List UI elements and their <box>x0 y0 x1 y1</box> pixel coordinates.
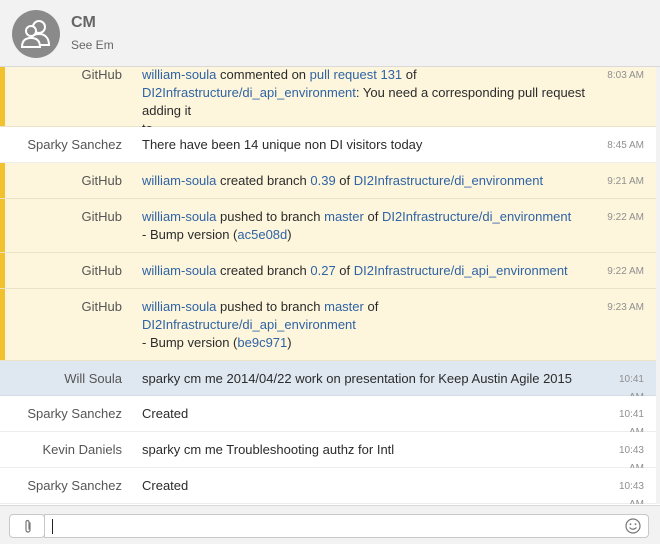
group-avatar-icon <box>20 20 51 48</box>
message-input-box[interactable] <box>44 514 649 538</box>
message-row[interactable]: Sparky SanchezCreated10:41 AM <box>0 396 656 438</box>
message-text: of <box>335 173 354 188</box>
message-link[interactable]: william-soula <box>142 209 216 224</box>
room-header: CM See Em <box>0 0 660 67</box>
message-row[interactable]: GitHub william-soula created branch 0.27 … <box>0 253 656 289</box>
room-name: CM <box>71 14 96 31</box>
message-body: william-soula created branch 0.39 of DI2… <box>142 172 602 190</box>
message-link[interactable]: william-soula <box>142 67 216 82</box>
message-text: of <box>363 209 382 224</box>
message-sender[interactable]: Sparky Sanchez <box>0 405 122 423</box>
message-link[interactable]: DI2Infrastructure/di_api_environment <box>142 85 356 100</box>
message-link[interactable]: william-soula <box>142 173 216 188</box>
message-link[interactable]: DI2Infrastructure/di_api_environment <box>142 317 356 332</box>
message-text: of <box>363 299 379 314</box>
message-row[interactable]: Will Soula sparky cm me 2014/04/22 work o… <box>0 361 656 403</box>
message-link[interactable]: master <box>324 209 364 224</box>
message-body: There have been 14 unique non DI visitor… <box>142 136 602 154</box>
message-text: sparky cm me 2014/04/22 work on presenta… <box>142 371 572 386</box>
message-link[interactable]: DI2Infrastructure/di_environment <box>354 173 543 188</box>
message-row[interactable]: Sparky Sanchez Created 10:43 AM <box>0 468 656 504</box>
message-row[interactable]: Kevin Daniels sparky cm me Troubleshootin… <box>0 432 656 474</box>
message-timestamp: 8:45 AM <box>607 140 644 151</box>
message-link[interactable]: william-soula <box>142 299 216 314</box>
message-row[interactable]: GitHub william-soula pushed to branch mas… <box>0 289 656 361</box>
message-link[interactable]: pull request 131 <box>310 67 403 82</box>
message-sender[interactable]: GitHub <box>0 208 122 226</box>
message-link[interactable]: 0.39 <box>310 173 335 188</box>
message-list-scrollbar[interactable] <box>656 67 660 504</box>
message-row[interactable]: GitHub william-soula created branch 0.39 … <box>0 163 656 199</box>
message-row[interactable]: GitHub william-soula commented on pull re… <box>0 67 656 136</box>
message-body: Created <box>142 477 602 495</box>
message-text: Created <box>142 478 189 493</box>
message-text: of <box>402 67 417 82</box>
message-body: Created <box>142 405 602 423</box>
message-link[interactable]: ac5e08d <box>237 227 287 242</box>
message-text: created branch <box>216 263 311 278</box>
message-text: created branch <box>216 173 311 188</box>
message-text: ) <box>287 335 292 350</box>
message-text: ) <box>287 227 292 242</box>
message-text: - Bump version ( <box>142 335 238 350</box>
message-sender[interactable]: Will Soula <box>0 370 122 388</box>
attach-button[interactable] <box>9 514 45 538</box>
composer-bar <box>0 505 660 544</box>
message-text: of <box>335 263 354 278</box>
paperclip-icon <box>25 519 31 533</box>
message-sender[interactable]: Sparky Sanchez <box>0 477 122 495</box>
message-text: - Bump version ( <box>142 227 238 242</box>
smiley-icon[interactable] <box>625 518 641 534</box>
message-timestamp: 10:43 AM <box>618 481 644 504</box>
message-row[interactable]: GitHub william-soula pushed to branch mas… <box>0 199 656 253</box>
message-sender[interactable]: Kevin Daniels <box>0 441 123 459</box>
message-link[interactable]: be9c971 <box>237 335 287 350</box>
message-sender[interactable]: GitHub <box>0 298 122 316</box>
message-link[interactable]: william-soula <box>142 263 216 278</box>
message-sender[interactable]: GitHub <box>0 67 122 84</box>
room-topic: See Em <box>71 38 114 52</box>
message-text: commented on <box>216 67 310 82</box>
message-timestamp: 8:03 AM <box>607 70 644 81</box>
message-list[interactable]: GitHub william-soula commented on pull re… <box>0 67 656 504</box>
message-link[interactable]: 0.27 <box>310 263 335 278</box>
message-row[interactable]: Sparky Sanchez There have been 14 unique … <box>0 127 656 163</box>
message-sender[interactable]: GitHub <box>0 262 122 280</box>
message-timestamp: 9:22 AM <box>607 266 644 277</box>
text-caret <box>52 519 53 534</box>
message-body: william-soula pushed to branch master of… <box>142 298 602 352</box>
message-body: sparky cm me 2014/04/22 work on presenta… <box>142 370 602 388</box>
message-sender[interactable]: Sparky Sanchez <box>0 136 122 154</box>
message-text: pushed to branch <box>216 209 325 224</box>
message-link[interactable]: DI2Infrastructure/di_environment <box>382 209 571 224</box>
room-avatar[interactable] <box>12 10 60 58</box>
message-link[interactable]: master <box>324 299 364 314</box>
message-link[interactable]: DI2Infrastructure/di_api_environment <box>354 263 568 278</box>
message-body: william-soula created branch 0.27 of DI2… <box>142 262 602 280</box>
message-timestamp: 9:22 AM <box>607 212 644 223</box>
message-timestamp: 9:23 AM <box>607 302 644 313</box>
message-text: sparky cm me Troubleshooting authz for I… <box>142 442 395 457</box>
message-text: pushed to branch <box>216 299 325 314</box>
message-input[interactable] <box>51 517 611 535</box>
message-body: sparky cm me Troubleshooting authz for I… <box>142 441 602 459</box>
message-text: Created <box>142 406 189 421</box>
message-body: william-soula pushed to branch master of… <box>142 208 602 244</box>
message-text: There have been 14 unique non DI visitor… <box>142 137 423 152</box>
message-sender[interactable]: GitHub <box>0 172 122 190</box>
message-timestamp: 9:21 AM <box>607 176 644 187</box>
